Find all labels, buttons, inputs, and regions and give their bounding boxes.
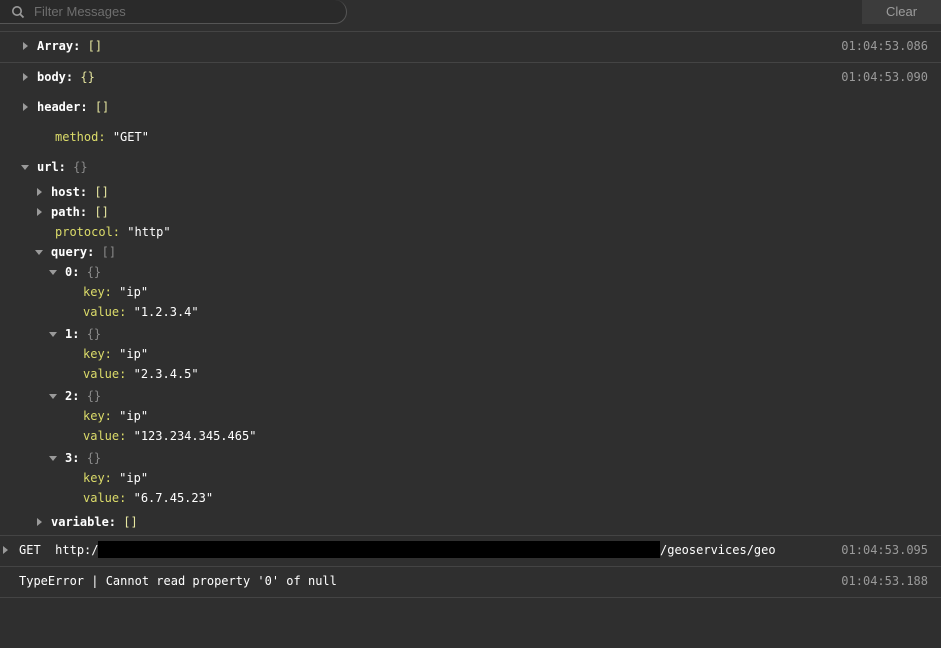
divider bbox=[0, 62, 941, 63]
tree-node-method: method: "GET" bbox=[55, 130, 149, 144]
search-icon bbox=[12, 6, 25, 19]
tree-node-host[interactable]: host: [] bbox=[51, 184, 109, 200]
expand-arrow-icon[interactable] bbox=[37, 518, 42, 526]
query-item-1[interactable]: 1: {} bbox=[65, 326, 101, 342]
clear-button[interactable]: Clear bbox=[862, 0, 941, 24]
expand-arrow-icon[interactable] bbox=[23, 42, 28, 50]
expand-arrow-icon[interactable] bbox=[37, 188, 42, 196]
tree-node-header[interactable]: header: [] bbox=[37, 99, 109, 115]
query-item-key: key: "ip" bbox=[83, 471, 149, 485]
expand-arrow-icon[interactable] bbox=[37, 208, 42, 216]
query-item-value: value: "2.3.4.5" bbox=[83, 367, 199, 381]
query-item-key: key: "ip" bbox=[83, 347, 149, 361]
filter-input[interactable] bbox=[34, 1, 334, 21]
query-item-value: value: "6.7.45.23" bbox=[83, 491, 214, 505]
redacted-url bbox=[98, 541, 660, 558]
collapse-arrow-icon[interactable] bbox=[49, 456, 57, 461]
expand-arrow-icon[interactable] bbox=[23, 73, 28, 81]
collapse-arrow-icon[interactable] bbox=[35, 250, 43, 255]
filter-box[interactable] bbox=[0, 0, 347, 24]
query-item-key: key: "ip" bbox=[83, 285, 149, 299]
collapse-arrow-icon[interactable] bbox=[49, 270, 57, 275]
query-item-0[interactable]: 0: {} bbox=[65, 264, 101, 280]
collapse-arrow-icon[interactable] bbox=[49, 332, 57, 337]
query-item-key: key: "ip" bbox=[83, 409, 149, 423]
timestamp: 01:04:53.188 bbox=[841, 574, 928, 588]
tree-node-url[interactable]: url: {} bbox=[37, 159, 88, 175]
expand-arrow-icon[interactable] bbox=[23, 103, 28, 111]
divider bbox=[0, 31, 941, 32]
timestamp: 01:04:53.090 bbox=[841, 70, 928, 84]
log-entry-array[interactable]: Array: [] bbox=[37, 38, 102, 54]
divider bbox=[0, 535, 941, 536]
divider bbox=[0, 566, 941, 567]
error-message: TypeError | Cannot read property '0' of … bbox=[19, 574, 337, 588]
tree-node-path[interactable]: path: [] bbox=[51, 204, 109, 220]
tree-node-protocol: protocol: "http" bbox=[55, 225, 171, 239]
collapse-arrow-icon[interactable] bbox=[21, 165, 29, 170]
query-item-2[interactable]: 2: {} bbox=[65, 388, 101, 404]
request-row[interactable]: GET http:/ bbox=[19, 542, 99, 558]
log-entry-body[interactable]: body: {} bbox=[37, 69, 95, 85]
timestamp: 01:04:53.086 bbox=[841, 39, 928, 53]
query-item-value: value: "123.234.345.465" bbox=[83, 429, 257, 443]
tree-node-variable[interactable]: variable: [] bbox=[51, 514, 138, 530]
request-url-suffix: /geoservices/geo bbox=[660, 543, 776, 557]
expand-arrow-icon[interactable] bbox=[3, 546, 8, 554]
query-item-3[interactable]: 3: {} bbox=[65, 450, 101, 466]
divider bbox=[0, 597, 941, 598]
collapse-arrow-icon[interactable] bbox=[49, 394, 57, 399]
console-toolbar: Clear bbox=[0, 0, 941, 28]
timestamp: 01:04:53.095 bbox=[841, 543, 928, 557]
query-item-value: value: "1.2.3.4" bbox=[83, 305, 199, 319]
tree-node-query[interactable]: query: [] bbox=[51, 244, 116, 260]
